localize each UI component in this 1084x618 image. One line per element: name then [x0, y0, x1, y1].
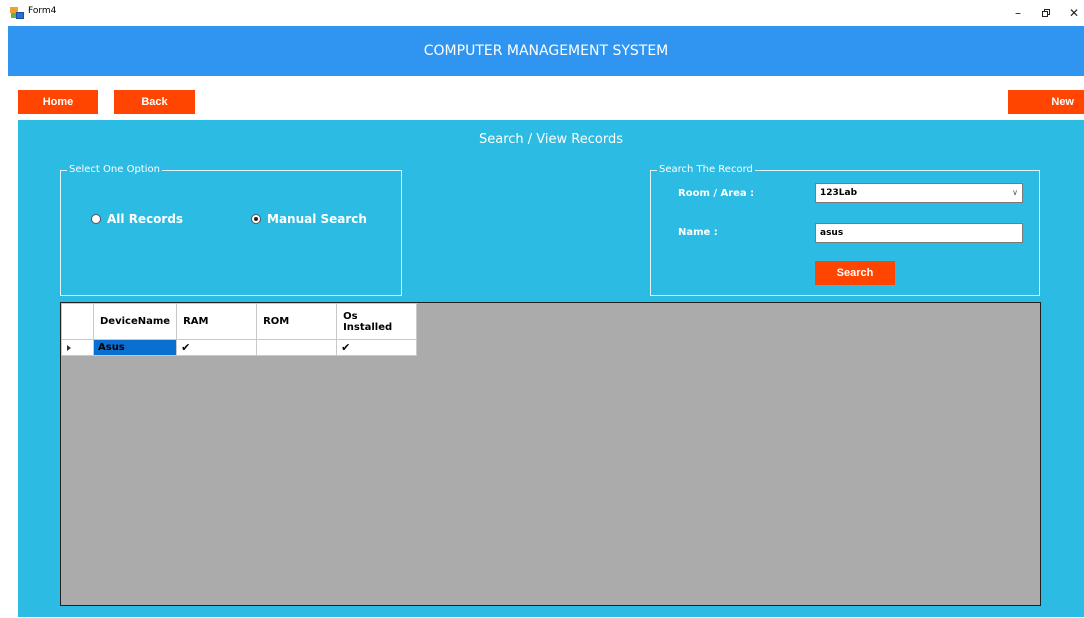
form-window: Form4 – ✕ COMPUTER MANAGEMENT SYSTEM Hom… — [0, 0, 1084, 618]
records-grid[interactable]: DeviceName RAM ROM Os Installed Asus ✔ ✔ — [60, 302, 1041, 606]
restore-button[interactable] — [1036, 4, 1056, 22]
row-header-corner[interactable] — [61, 303, 94, 340]
app-title: COMPUTER MANAGEMENT SYSTEM — [423, 43, 669, 59]
room-area-label: Room / Area : — [678, 188, 755, 199]
column-header-rom[interactable]: ROM — [256, 303, 338, 340]
manual-search-radio[interactable]: Manual Search — [251, 211, 371, 227]
restore-icon — [1042, 9, 1050, 17]
room-area-value: 123Lab — [820, 188, 858, 198]
radio-icon — [251, 214, 261, 224]
manual-search-label: Manual Search — [267, 212, 367, 226]
check-icon: ✔ — [341, 341, 351, 354]
name-input[interactable] — [815, 223, 1023, 243]
column-header-ram[interactable]: RAM — [176, 303, 258, 340]
records-table: DeviceName RAM ROM Os Installed Asus ✔ ✔ — [61, 303, 418, 356]
close-button[interactable]: ✕ — [1064, 4, 1084, 22]
search-groupbox: Search The Record Room / Area : 123Lab ∨… — [650, 163, 1040, 296]
room-area-dropdown[interactable]: 123Lab ∨ — [815, 183, 1023, 203]
header-banner: COMPUTER MANAGEMENT SYSTEM — [8, 26, 1084, 76]
option-groupbox: Select One Option All Records Manual Sea… — [60, 163, 402, 296]
row-arrow-icon — [67, 344, 71, 351]
home-button[interactable]: Home — [18, 90, 98, 114]
search-button[interactable]: Search — [815, 261, 895, 285]
all-records-label: All Records — [107, 212, 184, 226]
name-label: Name : — [678, 227, 718, 238]
window-title: Form4 — [28, 6, 57, 16]
form-app-icon — [10, 7, 24, 19]
search-panel: Search / View Records Select One Option … — [18, 120, 1084, 617]
header-row: DeviceName RAM ROM Os Installed — [61, 303, 418, 340]
back-button[interactable]: Back — [114, 90, 195, 114]
new-button[interactable]: New — [1008, 90, 1084, 114]
check-icon: ✔ — [181, 341, 191, 354]
option-group-legend: Select One Option — [67, 163, 162, 177]
cell-devicename[interactable]: Asus — [92, 339, 178, 356]
radio-icon — [91, 214, 101, 224]
column-header-devicename[interactable]: DeviceName — [92, 303, 178, 340]
column-header-os-installed[interactable]: Os Installed — [336, 303, 418, 340]
minimize-button[interactable]: – — [1008, 4, 1028, 22]
cell-os-installed[interactable]: ✔ — [336, 339, 418, 356]
cell-ram[interactable]: ✔ — [176, 339, 258, 356]
all-records-radio[interactable]: All Records — [91, 211, 191, 227]
title-bar: Form4 – ✕ — [0, 0, 1084, 26]
chevron-down-icon: ∨ — [1012, 188, 1018, 197]
cell-rom[interactable] — [256, 339, 338, 356]
panel-title: Search / View Records — [479, 132, 623, 147]
table-row[interactable]: Asus ✔ ✔ — [61, 339, 418, 356]
search-group-legend: Search The Record — [657, 163, 755, 177]
row-header[interactable] — [61, 339, 94, 356]
